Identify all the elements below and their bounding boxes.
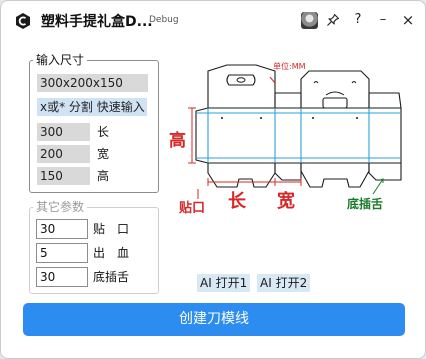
bottom-tuck-label: 底插舌 (93, 270, 130, 284)
diagram-unit-label: 单位:MM (273, 62, 306, 71)
height-dimension-label: 高 (169, 131, 186, 151)
debug-badge: Debug (149, 15, 179, 25)
height-label: 高 (97, 169, 110, 183)
height-value[interactable]: 150 (37, 167, 90, 185)
length-value[interactable]: 300 (37, 123, 90, 141)
close-button[interactable]: × (398, 10, 418, 30)
width-dimension-label: 宽 (277, 191, 295, 212)
main-window: 塑料手提礼盒D... Debug ? – × 输入尺寸 300x200x150 … (0, 0, 426, 359)
width-value[interactable]: 200 (37, 145, 90, 163)
size-display[interactable]: 300x200x150 (37, 74, 148, 92)
other-params-legend: 其它参数 (33, 200, 88, 214)
user-avatar[interactable] (301, 12, 318, 29)
bleed-input[interactable]: 5 (36, 243, 88, 263)
glue-flap-input[interactable]: 30 (36, 219, 88, 239)
length-label: 长 (97, 125, 110, 139)
help-button[interactable]: ? (348, 10, 368, 30)
app-logo-icon (16, 13, 30, 29)
minimize-button[interactable]: – (373, 10, 393, 30)
pin-button[interactable] (323, 10, 343, 30)
bottom-tuck-input[interactable]: 30 (36, 267, 88, 287)
glue-flap-dimension-label: 贴口 (179, 201, 206, 216)
window-title: 塑料手提礼盒D... (41, 14, 153, 30)
width-label: 宽 (97, 147, 110, 161)
bleed-label: 出 血 (93, 246, 130, 260)
quick-input-hint: x或* 分割 快速输入 (37, 98, 147, 116)
pin-icon (327, 13, 340, 26)
ai-open-2-button[interactable]: AI 打开2 (257, 274, 311, 292)
input-size-legend: 输入尺寸 (33, 53, 88, 67)
title-bar: 塑料手提礼盒D... Debug ? – × (1, 1, 425, 41)
length-dimension-label: 长 (228, 191, 246, 212)
glue-flap-label: 贴 口 (93, 222, 130, 236)
ai-open-1-button[interactable]: AI 打开1 (197, 274, 251, 292)
bottom-tuck-dimension-label: 底插舌 (347, 197, 384, 211)
create-dieline-button[interactable]: 创建刀模线 (23, 303, 405, 336)
